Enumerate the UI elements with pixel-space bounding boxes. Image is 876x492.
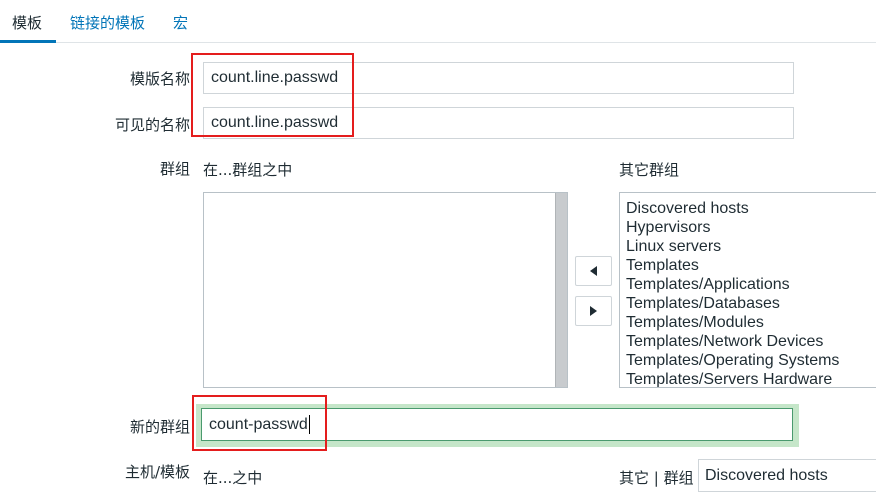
other-group-option[interactable]: Templates/Operating Systems [620,351,876,370]
other-group-caption: 其它 | 群组 [619,469,694,487]
other-group-option[interactable]: Templates/Databases [620,294,876,313]
in-groups-caption: 在...群组之中 [203,161,293,179]
other-group-option[interactable]: Templates/Servers Hardware [620,370,876,387]
groups-label: 群组 [159,160,190,178]
other-group-option[interactable]: Templates/Modules [620,313,876,332]
template-name-label: 模版名称 [129,70,190,88]
other-group-option[interactable]: Hypervisors [620,218,876,237]
other-group-select[interactable]: Discovered hosts [698,459,876,492]
in-groups-listbox[interactable] [203,192,568,388]
move-left-button[interactable] [575,256,612,286]
in-groups-scrollbar[interactable] [555,193,567,387]
other-groups-options: Discovered hosts Hypervisors Linux servers… [620,193,876,387]
other-groups-caption: 其它群组 [619,161,680,179]
other-group-option[interactable]: Discovered hosts [620,199,876,218]
new-group-label: 新的群组 [129,418,190,436]
highlight-box-new-group [192,395,327,451]
tab-linked-templates[interactable]: 链接的模板 [70,12,145,33]
other-group-option[interactable]: Templates/Applications [620,275,876,294]
hosts-templates-label: 主机/模板 [124,463,190,481]
highlight-box-names [191,53,354,137]
arrow-right-icon [590,306,597,316]
visible-name-label: 可见的名称 [114,116,190,134]
tab-template[interactable]: 模板 [12,12,42,33]
other-groups-listbox[interactable]: Discovered hosts Hypervisors Linux servers… [619,192,876,388]
tab-bar: 模板 链接的模板 宏 [0,0,876,43]
arrow-left-icon [590,266,597,276]
other-group-option[interactable]: Linux servers [620,237,876,256]
in-caption: 在...之中 [203,469,263,487]
other-group-option[interactable]: Templates [620,256,876,275]
tab-macros[interactable]: 宏 [173,12,188,33]
other-group-option[interactable]: Templates/Network Devices [620,332,876,351]
active-tab-indicator [0,40,56,43]
move-right-button[interactable] [575,296,612,326]
